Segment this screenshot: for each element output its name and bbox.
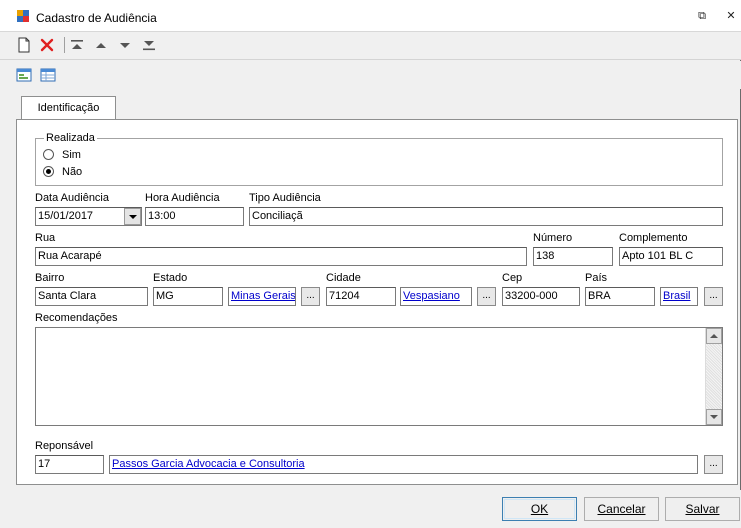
data-audiencia-value: 15/01/2017	[38, 210, 94, 222]
recomendacoes-label: Recomendações	[35, 312, 118, 324]
radio-sim[interactable]	[43, 149, 54, 160]
bairro-field[interactable]: Santa Clara	[35, 287, 148, 306]
delete-icon[interactable]	[38, 36, 56, 54]
complemento-field[interactable]: Apto 101 BL C	[619, 247, 723, 266]
toolbar-separator	[64, 37, 65, 53]
close-button[interactable]: ✕	[722, 8, 740, 24]
scroll-up-arrow-icon[interactable]	[706, 328, 722, 344]
grid-view-icon[interactable]	[39, 66, 57, 84]
scroll-down-arrow-icon[interactable]	[706, 409, 722, 425]
pais-code-field[interactable]: BRA	[585, 287, 655, 306]
cancelar-button-label: Cancelar	[597, 502, 646, 516]
title-bar: Cadastro de Audiência ⧉ ✕	[0, 0, 741, 32]
window-title: Cadastro de Audiência	[36, 11, 157, 25]
cidade-lookup-button[interactable]: ...	[477, 287, 496, 306]
cep-label: Cep	[502, 272, 523, 284]
cidade-code-field[interactable]: 71204	[326, 287, 396, 306]
cep-field[interactable]: 33200-000	[502, 287, 580, 306]
bairro-label: Bairro	[35, 272, 65, 284]
estado-lookup-button[interactable]: ...	[301, 287, 320, 306]
app-form-icon	[17, 10, 29, 22]
recomendacoes-scrollbar[interactable]	[705, 328, 722, 425]
salvar-button[interactable]: Salvar	[665, 497, 740, 521]
radio-sim-label[interactable]: Sim	[62, 149, 81, 161]
form-view-icon[interactable]	[15, 66, 33, 84]
complemento-label: Complemento	[619, 232, 688, 244]
cidade-label: Cidade	[326, 272, 361, 284]
rua-label: Rua	[35, 232, 56, 244]
responsavel-label: Reponsável	[35, 440, 94, 452]
rua-field[interactable]: Rua Acarapé	[35, 247, 527, 266]
estado-label: Estado	[153, 272, 188, 284]
hora-audiencia-label: Hora Audiência	[145, 192, 220, 204]
realizada-legend: Realizada	[44, 132, 97, 144]
radio-nao-label[interactable]: Não	[62, 166, 82, 178]
tipo-audiencia-label: Tipo Audiência	[249, 192, 321, 204]
view-toolbar	[0, 61, 741, 89]
last-record-icon[interactable]	[140, 36, 158, 54]
dialog-window: Cadastro de Audiência ⧉ ✕ Identificação …	[0, 0, 741, 528]
estado-name-link[interactable]: Minas Gerais	[228, 287, 296, 306]
cancelar-button[interactable]: Cancelar	[584, 497, 659, 521]
cidade-name-link[interactable]: Vespasiano	[400, 287, 472, 306]
hora-audiencia-field[interactable]: 13:00	[145, 207, 244, 226]
scroll-track[interactable]	[706, 344, 722, 409]
responsavel-lookup-button[interactable]: ...	[704, 455, 723, 474]
first-record-icon[interactable]	[68, 36, 86, 54]
estado-code-field[interactable]: MG	[153, 287, 223, 306]
new-document-icon[interactable]	[15, 36, 33, 54]
restore-button[interactable]: ⧉	[693, 8, 711, 24]
pais-label: País	[585, 272, 608, 284]
pais-lookup-button[interactable]: ...	[704, 287, 723, 306]
record-toolbar	[0, 32, 741, 60]
tipo-audiencia-field[interactable]: Conciliaçã	[249, 207, 723, 226]
ok-button-label: OK	[530, 502, 549, 516]
next-record-icon[interactable]	[116, 36, 134, 54]
previous-record-icon[interactable]	[92, 36, 110, 54]
responsavel-code-field[interactable]: 17	[35, 455, 104, 474]
calendar-dropdown-button[interactable]	[124, 208, 141, 225]
realizada-group	[35, 138, 723, 186]
radio-nao[interactable]	[43, 166, 54, 177]
ok-button[interactable]: OK	[502, 497, 577, 521]
data-audiencia-label: Data Audiência	[35, 192, 109, 204]
pais-name-link[interactable]: Brasil	[660, 287, 698, 306]
numero-label: Número	[533, 232, 573, 244]
responsavel-name-link[interactable]: Passos Garcia Advocacia e Consultoria	[109, 455, 698, 474]
salvar-button-label: Salvar	[685, 502, 720, 516]
tab-identificacao[interactable]: Identificação	[21, 96, 116, 119]
recomendacoes-textarea[interactable]	[35, 327, 723, 426]
numero-field[interactable]: 138	[533, 247, 613, 266]
